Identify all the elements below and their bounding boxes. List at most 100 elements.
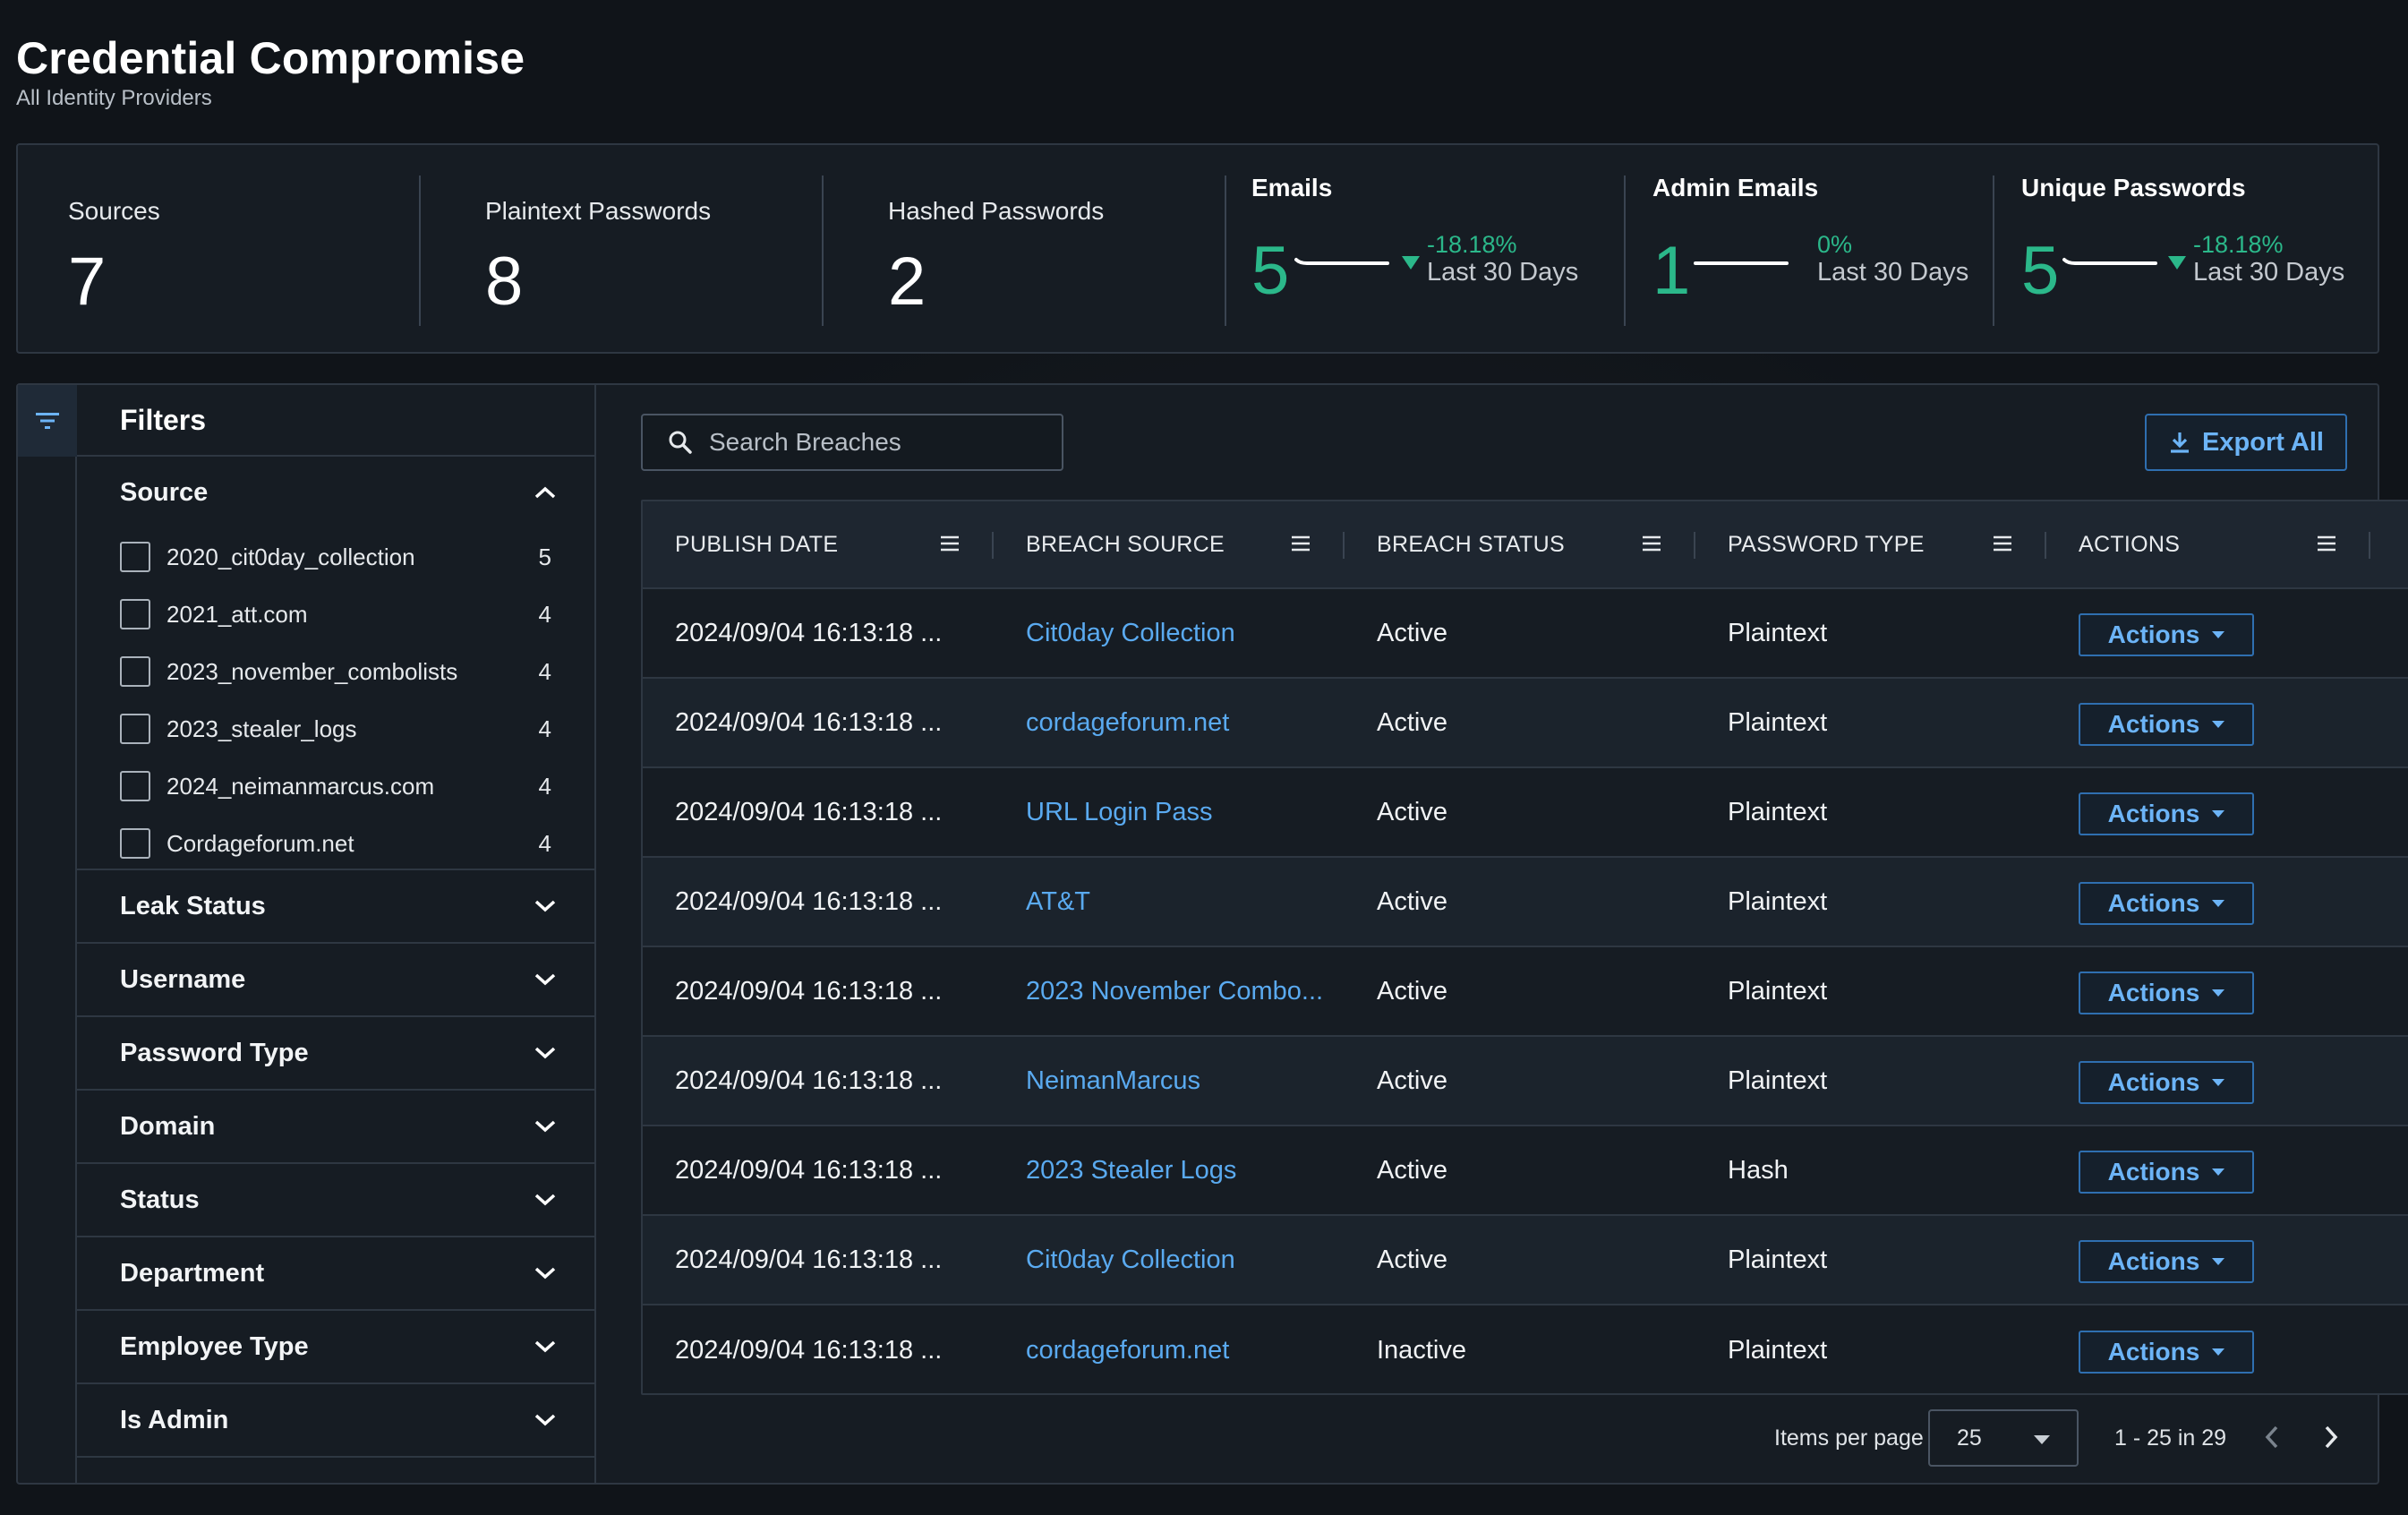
column-separator[interactable] xyxy=(2369,532,2370,559)
source-name: 2023_november_combolists xyxy=(167,657,458,685)
caret-down-icon xyxy=(2212,1079,2225,1086)
cell-actions: Actions xyxy=(2046,1216,2370,1304)
source-option[interactable]: 2023_stealer_logs 4 xyxy=(120,700,551,758)
search-box[interactable] xyxy=(641,414,1063,471)
filter-section-header[interactable]: Employee Type xyxy=(77,1311,594,1382)
chevron-down-icon xyxy=(534,1047,556,1059)
breach-source-link[interactable]: NeimanMarcus xyxy=(994,1037,1345,1125)
breach-source-link[interactable]: cordageforum.net xyxy=(994,1305,1345,1393)
stat-hashed-passwords: Hashed Passwords 2 xyxy=(824,145,1226,352)
column-label: ACTIONS xyxy=(2079,531,2181,557)
cell-publish-date: 2024/09/04 16:13:18 ... xyxy=(675,707,943,737)
column-header-breach-source[interactable]: BREACH SOURCE xyxy=(994,501,1345,587)
actions-dropdown-button[interactable]: Actions xyxy=(2079,882,2254,925)
breach-source-link[interactable]: URL Login Pass xyxy=(994,768,1345,856)
filter-section-header[interactable]: Domain xyxy=(77,1091,594,1162)
column-header-password-type[interactable]: PASSWORD TYPE xyxy=(1695,501,2046,587)
page-range: 1 - 25 in 29 xyxy=(2114,1425,2227,1451)
column-menu-icon[interactable] xyxy=(2317,535,2336,552)
export-all-button[interactable]: Export All xyxy=(2145,414,2347,471)
checkbox[interactable] xyxy=(120,828,150,859)
breach-source-link[interactable]: 2023 November Combo... xyxy=(994,947,1345,1035)
column-menu-icon[interactable] xyxy=(940,535,960,552)
filter-section-employee-type: Employee Type xyxy=(77,1309,594,1382)
column-header-actions[interactable]: ACTIONS xyxy=(2046,501,2370,587)
actions-dropdown-button[interactable]: Actions xyxy=(2079,792,2254,835)
cell-publish-date: 2024/09/04 16:13:18 ... xyxy=(675,797,943,826)
filter-section-header[interactable]: Is Admin xyxy=(77,1384,594,1456)
breach-source-link[interactable]: Cit0day Collection xyxy=(994,1216,1345,1304)
checkbox[interactable] xyxy=(120,542,150,572)
filter-toggle-button[interactable] xyxy=(18,385,77,457)
previous-page-button[interactable] xyxy=(2259,1422,2286,1452)
filter-section-header[interactable]: Password Type xyxy=(77,1017,594,1089)
filter-section-label: Username xyxy=(120,964,246,994)
source-option[interactable]: 2024_neimanmarcus.com 4 xyxy=(120,758,551,815)
actions-dropdown-button[interactable]: Actions xyxy=(2079,613,2254,656)
items-per-page-select[interactable]: 25 xyxy=(1928,1409,2079,1467)
source-count: 4 xyxy=(538,600,551,628)
filters-panel: Filters Source 2020_cit0day_collection 5 … xyxy=(77,385,596,1483)
next-page-button[interactable] xyxy=(2317,1422,2344,1452)
cell-breach-status: Active xyxy=(1377,618,1447,647)
checkbox[interactable] xyxy=(120,714,150,744)
actions-dropdown-button[interactable]: Actions xyxy=(2079,1240,2254,1283)
column-menu-icon[interactable] xyxy=(1291,535,1311,552)
actions-dropdown-button[interactable]: Actions xyxy=(2079,1061,2254,1104)
breach-source-link[interactable]: AT&T xyxy=(994,858,1345,946)
chevron-left-icon xyxy=(2265,1425,2278,1449)
checkbox[interactable] xyxy=(120,656,150,687)
checkbox[interactable] xyxy=(120,599,150,629)
actions-label: Actions xyxy=(2107,889,2200,917)
stat-admin-emails: Admin Emails 1 0% Last 30 Days xyxy=(1626,145,1994,352)
caret-down-icon xyxy=(2212,1258,2225,1265)
filter-section-label: Source xyxy=(120,477,209,507)
filter-section-header[interactable]: Status xyxy=(77,1164,594,1236)
chevron-down-icon xyxy=(534,1340,556,1353)
chevron-down-icon xyxy=(534,1120,556,1133)
actions-dropdown-button[interactable]: Actions xyxy=(2079,1151,2254,1194)
source-option[interactable]: 2020_cit0day_collection 5 xyxy=(120,528,551,586)
column-menu-icon[interactable] xyxy=(1642,535,1661,552)
stat-label: Admin Emails xyxy=(1652,174,1819,201)
column-header-publish-date[interactable]: PUBLISH DATE xyxy=(643,501,994,587)
page-title: Credential Compromise xyxy=(16,33,525,83)
download-icon xyxy=(2171,432,2190,453)
filter-section-header[interactable]: Department xyxy=(77,1237,594,1309)
caret-down-icon xyxy=(2212,1168,2225,1176)
caret-down-icon xyxy=(2212,1348,2225,1356)
table-row: 2024/09/04 16:13:18 ... Cit0day Collectio… xyxy=(643,589,2408,679)
table-row: 2024/09/04 16:13:18 ... 2023 Stealer Logs… xyxy=(643,1126,2408,1216)
filter-section-is-admin: Is Admin xyxy=(77,1382,594,1458)
column-header-breach-status[interactable]: BREACH STATUS xyxy=(1345,501,1695,587)
breach-source-link[interactable]: 2023 Stealer Logs xyxy=(994,1126,1345,1214)
filters-title: Filters xyxy=(77,385,594,457)
stat-value: 2 xyxy=(888,244,926,320)
breach-source-link[interactable]: Cit0day Collection xyxy=(994,589,1345,677)
filter-section-source[interactable]: Source xyxy=(77,457,594,528)
actions-dropdown-button[interactable]: Actions xyxy=(2079,1331,2254,1374)
actions-dropdown-button[interactable]: Actions xyxy=(2079,971,2254,1014)
stat-label: Unique Passwords xyxy=(2021,174,2246,201)
chevron-down-icon xyxy=(534,1194,556,1206)
sparkline-icon xyxy=(1694,261,1789,265)
stat-change: -18.18% xyxy=(2193,231,2284,258)
filter-section-header[interactable]: Username xyxy=(77,944,594,1015)
stats-panel: Sources 7 Plaintext Passwords 8 Hashed P… xyxy=(16,143,2379,354)
cell-publish-date: 2024/09/04 16:13:18 ... xyxy=(675,1155,943,1185)
search-input[interactable] xyxy=(709,428,1049,457)
column-label: BREACH STATUS xyxy=(1377,531,1565,557)
caret-down-icon xyxy=(2212,900,2225,907)
breach-source-link[interactable]: cordageforum.net xyxy=(994,679,1345,766)
checkbox[interactable] xyxy=(120,771,150,801)
actions-label: Actions xyxy=(2107,1068,2200,1096)
source-option[interactable]: Cordageforum.net 4 xyxy=(120,815,551,869)
table-row: 2024/09/04 16:13:18 ... URL Login Pass Act… xyxy=(643,768,2408,858)
column-menu-icon[interactable] xyxy=(1993,535,2012,552)
source-option[interactable]: 2021_att.com 4 xyxy=(120,586,551,643)
source-option[interactable]: 2023_november_combolists 4 xyxy=(120,643,551,700)
actions-dropdown-button[interactable]: Actions xyxy=(2079,703,2254,746)
cell-publish-date: 2024/09/04 16:13:18 ... xyxy=(675,1066,943,1095)
filter-section-header[interactable]: Leak Status xyxy=(77,870,594,942)
cell-password-type: Plaintext xyxy=(1728,797,1828,826)
